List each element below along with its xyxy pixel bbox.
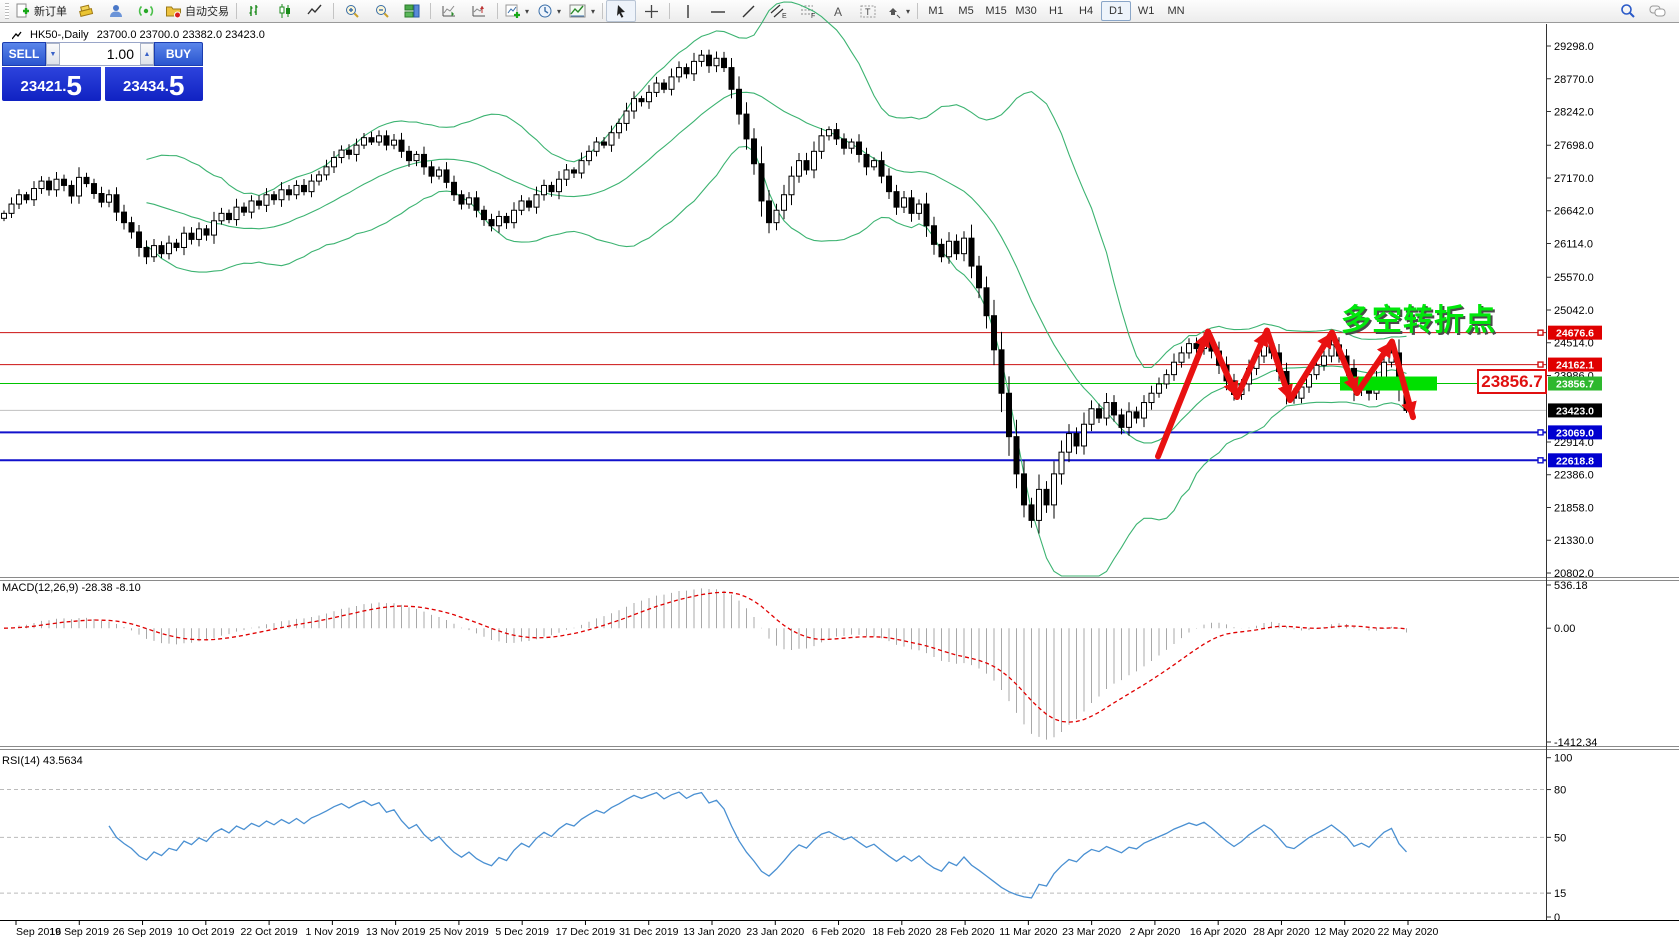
sell-price-main: 23421 (21, 75, 63, 99)
svg-text:12 May 2020: 12 May 2020 (1314, 926, 1375, 938)
svg-text:20802.0: 20802.0 (1554, 568, 1594, 580)
sell-button[interactable]: SELL (2, 42, 46, 66)
level-marker (1538, 430, 1543, 435)
sell-price-button[interactable]: 23421.5 (2, 67, 101, 101)
svg-text:26114.0: 26114.0 (1554, 239, 1593, 251)
volume-decrease-button[interactable]: ▼ (46, 43, 60, 65)
svg-text:31 Dec 2019: 31 Dec 2019 (619, 926, 679, 938)
svg-text:25570.0: 25570.0 (1554, 272, 1594, 284)
buy-price-button[interactable]: 23434.5 (105, 67, 204, 101)
svg-text:17 Dec 2019: 17 Dec 2019 (556, 926, 616, 938)
svg-text:6 Feb 2020: 6 Feb 2020 (812, 926, 865, 938)
bollinger-upper (147, 2, 1407, 367)
svg-text:26642.0: 26642.0 (1554, 206, 1594, 218)
svg-text:13 Jan 2020: 13 Jan 2020 (683, 926, 741, 938)
symbol-icon (12, 31, 22, 40)
macd-indicator-label: MACD(12,26,9) -28.38 -8.10 (2, 582, 141, 594)
chart-ohlc-values: 23700.0 23700.0 23382.0 23423.0 (97, 29, 265, 41)
rsi-indicator-label: RSI(14) 43.5634 (2, 755, 83, 767)
buy-price-fraction: 5 (169, 73, 185, 99)
mt4-window: 新订单 自动交易 (0, 0, 1679, 942)
volume-input[interactable] (60, 43, 140, 65)
svg-text:28 Apr 2020: 28 Apr 2020 (1253, 926, 1310, 938)
rsi-line (109, 792, 1407, 898)
svg-text:24162.1: 24162.1 (1556, 360, 1594, 372)
svg-text:11 Mar 2020: 11 Mar 2020 (999, 926, 1057, 938)
chart-canvas[interactable]: 29298.0 28770.0 28242.0 27698.0 27170.0 26642… (0, 0, 1679, 942)
volume-increase-button[interactable]: ▲ (140, 43, 154, 65)
svg-text:16 Apr 2020: 16 Apr 2020 (1190, 926, 1247, 938)
date-axis: Sep 201916 Sep 201926 Sep 201910 Oct 201… (16, 921, 1439, 938)
svg-text:16 Sep 2019: 16 Sep 2019 (49, 926, 109, 938)
buy-price-main: 23434 (123, 75, 165, 99)
svg-text:50: 50 (1554, 832, 1566, 844)
svg-text:22386.0: 22386.0 (1554, 470, 1594, 482)
level-marker (1538, 458, 1543, 463)
svg-text:0: 0 (1554, 912, 1560, 924)
svg-text:23 Mar 2020: 23 Mar 2020 (1062, 926, 1121, 938)
main-price-panel (0, 2, 1546, 576)
price-tag-annotation: 23856.7 (1477, 369, 1547, 394)
svg-text:18 Feb 2020: 18 Feb 2020 (872, 926, 931, 938)
svg-text:23856.7: 23856.7 (1556, 379, 1594, 391)
svg-text:24676.6: 24676.6 (1556, 328, 1594, 340)
one-click-trading-panel: SELL ▼ ▲ BUY 23421.5 23434.5 (2, 42, 203, 101)
price-axis: 29298.0 28770.0 28242.0 27698.0 27170.0 26642… (1538, 41, 1602, 924)
svg-text:0.00: 0.00 (1554, 623, 1575, 635)
svg-text:536.18: 536.18 (1554, 580, 1588, 592)
svg-text:15: 15 (1554, 888, 1566, 900)
bollinger-middle (147, 92, 1407, 443)
svg-text:23 Jan 2020: 23 Jan 2020 (746, 926, 804, 938)
svg-text:2 Apr 2020: 2 Apr 2020 (1130, 926, 1181, 938)
svg-text:100: 100 (1554, 753, 1572, 765)
level-marker (1538, 362, 1543, 367)
volume-stepper: ▼ ▲ (46, 42, 154, 66)
bollinger-bands (147, 2, 1407, 576)
svg-text:13 Nov 2019: 13 Nov 2019 (366, 926, 426, 938)
svg-text:22618.8: 22618.8 (1556, 455, 1594, 467)
svg-text:1 Nov 2019: 1 Nov 2019 (306, 926, 360, 938)
svg-text:28770.0: 28770.0 (1554, 74, 1594, 86)
buy-button[interactable]: BUY (154, 42, 203, 66)
svg-text:27170.0: 27170.0 (1554, 173, 1594, 185)
svg-text:22 May 2020: 22 May 2020 (1378, 926, 1439, 938)
svg-text:27698.0: 27698.0 (1554, 140, 1594, 152)
svg-text:26 Sep 2019: 26 Sep 2019 (113, 926, 173, 938)
svg-text:-1412.34: -1412.34 (1554, 737, 1597, 749)
svg-text:21330.0: 21330.0 (1554, 535, 1594, 547)
svg-text:28 Feb 2020: 28 Feb 2020 (936, 926, 995, 938)
chart-title: HK50-,Daily 23700.0 23700.0 23382.0 2342… (12, 29, 265, 41)
svg-text:10 Oct 2019: 10 Oct 2019 (177, 926, 234, 938)
macd-panel (4, 588, 1407, 739)
svg-text:5 Dec 2019: 5 Dec 2019 (495, 926, 549, 938)
svg-text:25042.0: 25042.0 (1554, 305, 1594, 317)
svg-text:29298.0: 29298.0 (1554, 41, 1594, 53)
svg-text:22 Oct 2019: 22 Oct 2019 (240, 926, 297, 938)
svg-text:23423.0: 23423.0 (1556, 405, 1594, 417)
svg-text:25 Nov 2019: 25 Nov 2019 (429, 926, 489, 938)
level-marker (1538, 330, 1543, 335)
svg-text:80: 80 (1554, 785, 1566, 797)
svg-text:23069.0: 23069.0 (1556, 427, 1594, 439)
sell-price-fraction: 5 (66, 73, 82, 99)
turning-point-annotation: 多空转折点 (1341, 295, 1496, 339)
macd-signal-line (4, 592, 1407, 722)
svg-text:21858.0: 21858.0 (1554, 502, 1594, 514)
rsi-panel (0, 790, 1546, 898)
chart-symbol: HK50-,Daily (30, 29, 89, 41)
svg-text:28242.0: 28242.0 (1554, 107, 1594, 119)
